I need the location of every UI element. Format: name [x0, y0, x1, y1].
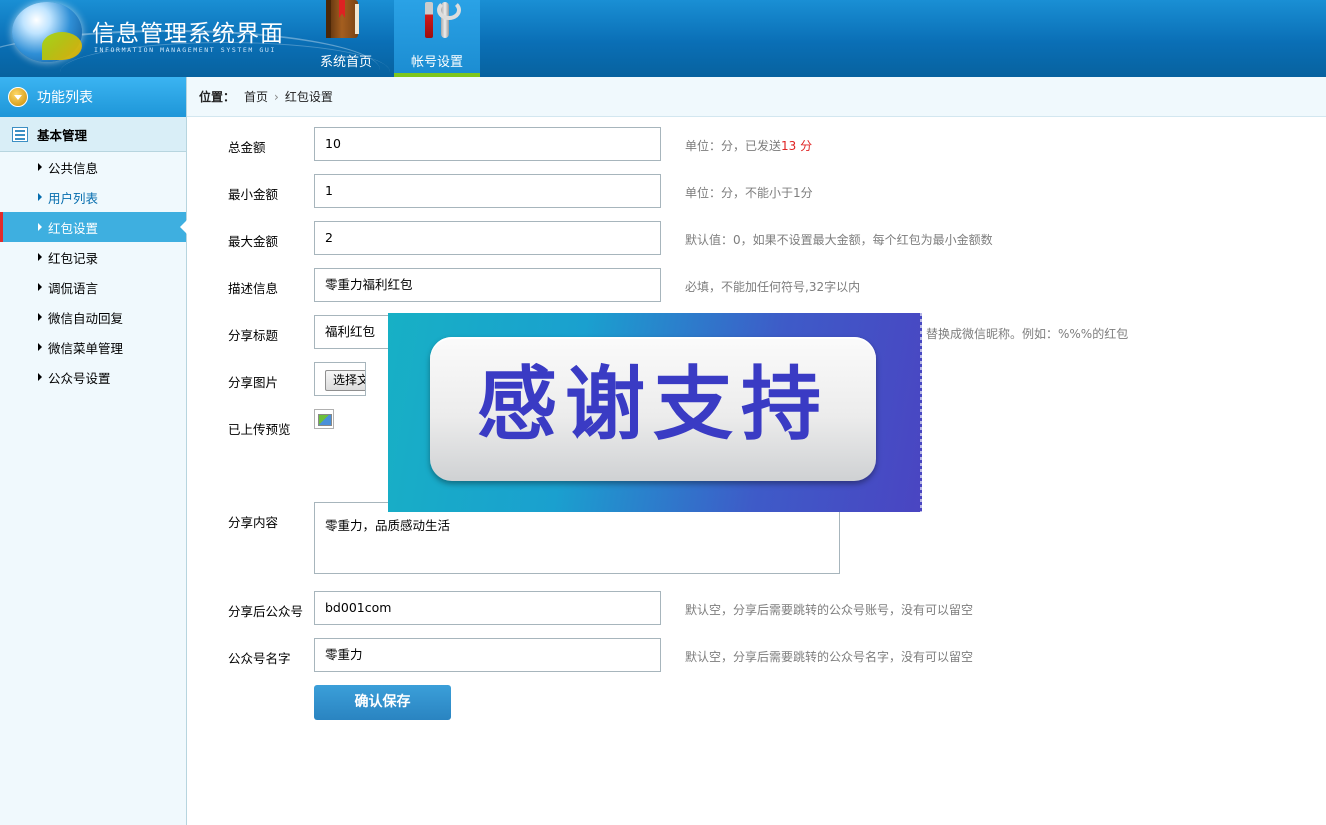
tools-icon	[421, 0, 461, 40]
caret-right-icon	[38, 283, 42, 291]
share-content-label: 分享内容	[228, 515, 279, 530]
sidebar-item-label: 公共信息	[48, 160, 99, 176]
banner-text: 感谢支持	[477, 358, 829, 451]
sidebar-item-redpacket-settings[interactable]: 红包设置	[0, 212, 187, 242]
total-hint: 单位：分，已发送13 分	[685, 137, 812, 154]
app-subtitle: INFORMATION MANAGEMENT SYSTEM GUI	[94, 46, 276, 54]
sidebar-item-public-info[interactable]: 公共信息	[0, 152, 186, 182]
max-amount-input[interactable]: 2	[314, 221, 661, 255]
nav-account-label: 帐号设置	[410, 55, 463, 70]
caret-right-icon	[38, 253, 42, 261]
breadcrumb-separator: ›	[274, 89, 279, 104]
screwdriver-icon	[425, 2, 433, 38]
sidebar-item-tease-language[interactable]: 调侃语言	[0, 272, 186, 302]
desc-input[interactable]: 零重力福利红包	[314, 268, 661, 302]
breadcrumb-home-link[interactable]: 首页	[244, 88, 268, 105]
account-name-input[interactable]: 零重力	[314, 638, 661, 672]
list-icon	[12, 126, 28, 142]
min-hint: 单位：分，不能小于1分	[685, 186, 813, 200]
caret-right-icon	[38, 193, 42, 201]
desc-hint: 必填，不能加任何符号,32字以内	[685, 280, 861, 294]
min-amount-input[interactable]: 1	[314, 174, 661, 208]
sidebar-item-label: 用户列表	[48, 190, 99, 206]
total-hint-text: 单位：分，已发送	[685, 139, 782, 153]
sidebar-item-official-account[interactable]: 公众号设置	[0, 362, 186, 392]
max-hint: 默认值：0，如果不设置最大金额，每个红包为最小金额数	[685, 233, 993, 247]
sidebar-item-label: 微信自动回复	[48, 310, 124, 326]
breadcrumb-current: 红包设置	[284, 90, 333, 104]
min-label: 最小金额	[228, 187, 279, 202]
caret-right-icon	[38, 313, 42, 321]
desc-label: 描述信息	[228, 281, 279, 296]
banner-plate: 感谢支持	[430, 337, 876, 481]
top-header: 信息管理系统界面 INFORMATION MANAGEMENT SYSTEM G…	[0, 0, 1326, 77]
sidebar-item-label: 调侃语言	[48, 280, 99, 296]
nav-home-label: 系统首页	[319, 55, 372, 70]
breadcrumb-label: 位置：	[199, 90, 236, 104]
account-name-hint: 默认空，分享后需要跳转的公众号名字，没有可以留空	[685, 650, 974, 664]
broken-image-icon	[314, 409, 334, 429]
breadcrumb: 位置： 首页 › 红包设置	[187, 77, 1326, 117]
share-account-label: 分享后公众号	[228, 604, 304, 619]
max-label: 最大金额	[228, 234, 279, 249]
top-nav: 系统首页 帐号设置	[306, 0, 488, 77]
chevron-down-icon	[8, 87, 28, 107]
share-title-label: 分享标题	[228, 328, 279, 343]
wrench-icon	[437, 0, 461, 38]
share-account-hint: 默认空，分享后需要跳转的公众号账号，没有可以留空	[685, 603, 974, 617]
sidebar-item-label: 公众号设置	[48, 370, 111, 386]
total-label: 总金额	[228, 140, 266, 155]
sidebar-item-label: 红包记录	[48, 250, 99, 266]
share-account-input[interactable]: bd001com	[314, 591, 661, 625]
share-title-hint: 替换成微信昵称。例如：%%%的红包	[926, 327, 1129, 341]
app-title: 信息管理系统界面	[92, 21, 284, 47]
sidebar-item-label: 微信菜单管理	[48, 340, 124, 356]
preview-label: 已上传预览	[228, 422, 291, 437]
sidebar-item-label: 红包设置	[48, 220, 99, 236]
total-amount-input[interactable]: 10	[314, 127, 661, 161]
logo-globe-icon	[12, 2, 82, 62]
nav-home[interactable]: 系统首页	[306, 0, 386, 77]
sidebar-group-basic[interactable]: 基本管理	[0, 117, 186, 152]
sidebar-item-redpacket-records[interactable]: 红包记录	[0, 242, 186, 272]
sent-amount: 13 分	[781, 139, 813, 153]
save-button[interactable]: 确认保存	[314, 685, 451, 720]
sidebar-header-label: 功能列表	[37, 90, 93, 106]
book-icon	[326, 0, 359, 38]
choose-file-button[interactable]: 选择文	[325, 370, 365, 391]
share-image-label: 分享图片	[228, 375, 279, 390]
caret-right-icon	[38, 163, 42, 171]
sidebar-item-wechat-menu[interactable]: 微信菜单管理	[0, 332, 186, 362]
sidebar-item-wechat-autoreply[interactable]: 微信自动回复	[0, 302, 186, 332]
sidebar-menu: 公共信息 用户列表 红包设置 红包记录 调侃语言 微信自动回复 微信菜单管理 公…	[0, 152, 187, 392]
share-content-textarea[interactable]: 零重力，品质感动生活	[314, 502, 840, 574]
share-image-file-input[interactable]: 选择文	[314, 362, 366, 396]
caret-right-icon	[38, 223, 42, 231]
nav-account-settings[interactable]: 帐号设置	[394, 0, 480, 77]
thanks-banner-image: 感谢支持	[388, 313, 924, 512]
sidebar-header[interactable]: 功能列表	[0, 77, 186, 117]
sidebar-group-label: 基本管理	[37, 127, 88, 143]
sidebar-item-user-list[interactable]: 用户列表	[0, 182, 186, 212]
caret-right-icon	[38, 373, 42, 381]
sidebar: 功能列表 基本管理 公共信息 用户列表 红包设置 红包记录 调侃语言 微信自动回…	[0, 77, 187, 825]
caret-right-icon	[38, 343, 42, 351]
account-name-label: 公众号名字	[228, 651, 291, 666]
